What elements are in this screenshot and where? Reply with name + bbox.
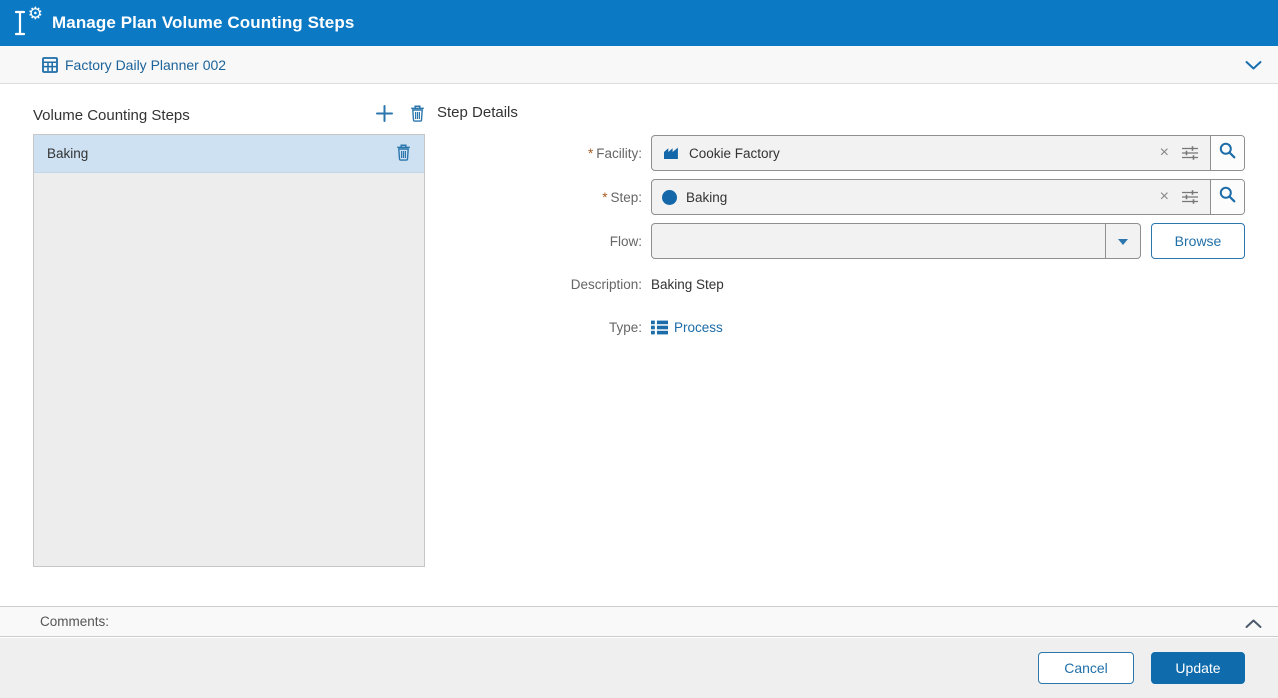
breadcrumb: Factory Daily Planner 002 — [0, 46, 1278, 84]
footer-bar: Cancel Update — [0, 638, 1278, 698]
comments-label: Comments: — [40, 614, 109, 629]
required-asterisk: * — [602, 190, 607, 205]
browse-button[interactable]: Browse — [1151, 223, 1245, 259]
type-value-text: Process — [674, 320, 723, 335]
search-icon — [1219, 186, 1236, 208]
step-row: *Step: Baking × — [437, 179, 1245, 215]
type-row: Type: Process — [437, 320, 723, 335]
chevron-up-icon[interactable] — [1245, 616, 1262, 634]
clear-icon[interactable]: × — [1151, 189, 1178, 205]
caret-down-icon — [1118, 232, 1128, 250]
volume-counting-steps-list: Baking — [33, 134, 425, 567]
list-item-label: Baking — [47, 146, 380, 161]
facility-value: Cookie Factory — [689, 146, 1151, 161]
facility-field[interactable]: Cookie Factory × — [651, 135, 1245, 171]
step-value: Baking — [686, 190, 1151, 205]
search-icon — [1219, 142, 1236, 164]
gear-icon: ⚙ — [28, 5, 43, 22]
trash-icon — [396, 144, 411, 164]
comments-section[interactable]: Comments: — [0, 606, 1278, 637]
facility-row: *Facility: Cookie Factory × — [437, 135, 1245, 171]
description-value: Baking Step — [651, 277, 724, 292]
manage-plan-dialog: ⚙ Manage Plan Volume Counting Steps Fact… — [0, 0, 1278, 698]
add-step-button[interactable] — [375, 104, 394, 126]
list-item[interactable]: Baking — [34, 135, 424, 173]
cancel-button[interactable]: Cancel — [1038, 652, 1134, 684]
page-title: Manage Plan Volume Counting Steps — [52, 13, 354, 33]
step-label: *Step: — [437, 190, 651, 205]
facility-label: *Facility: — [437, 146, 651, 161]
type-value: Process — [651, 320, 723, 335]
breadcrumb-label[interactable]: Factory Daily Planner 002 — [65, 57, 226, 73]
plus-icon — [375, 104, 394, 126]
planner-grid-icon — [42, 57, 58, 73]
trash-icon — [410, 105, 425, 125]
flow-row: Flow: Browse — [437, 223, 1245, 259]
filter-sliders-icon[interactable] — [1178, 145, 1210, 161]
delete-row-button[interactable] — [396, 144, 411, 164]
flow-caret-button[interactable] — [1105, 224, 1140, 258]
clear-icon[interactable]: × — [1151, 145, 1178, 161]
facility-search-button[interactable] — [1210, 136, 1244, 170]
title-bar: ⚙ Manage Plan Volume Counting Steps — [0, 0, 1278, 46]
main-content: Volume Counting Steps — [0, 84, 1278, 606]
delete-step-button[interactable] — [410, 105, 425, 125]
step-field[interactable]: Baking × — [651, 179, 1245, 215]
type-label: Type: — [437, 320, 651, 335]
description-row: Description: Baking Step — [437, 277, 724, 292]
ibeam-gear-icon: ⚙ — [13, 7, 43, 39]
left-panel-title: Volume Counting Steps — [33, 107, 359, 124]
description-label: Description: — [437, 277, 651, 292]
required-asterisk: * — [588, 146, 593, 161]
process-list-icon — [651, 320, 668, 335]
volume-counting-steps-header: Volume Counting Steps — [33, 104, 425, 126]
update-button[interactable]: Update — [1151, 652, 1245, 684]
flow-label: Flow: — [437, 234, 651, 249]
flow-dropdown[interactable] — [651, 223, 1141, 259]
filter-sliders-icon[interactable] — [1178, 189, 1210, 205]
step-details-title: Step Details — [437, 104, 518, 121]
step-search-button[interactable] — [1210, 180, 1244, 214]
factory-icon — [662, 146, 680, 160]
step-circle-icon — [662, 190, 677, 205]
chevron-down-icon[interactable] — [1245, 58, 1262, 76]
